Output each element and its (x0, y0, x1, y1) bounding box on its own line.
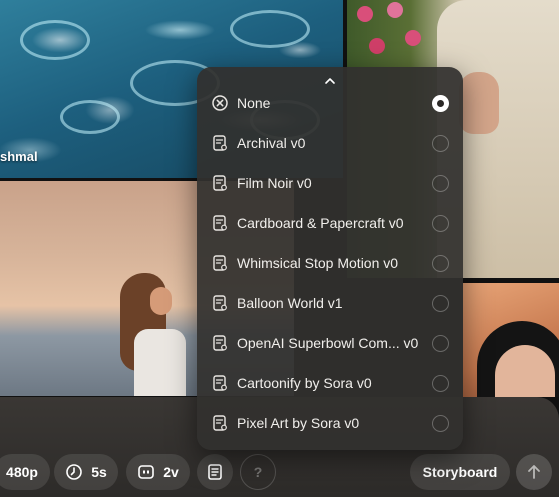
preset-option-balloon-world[interactable]: Balloon World v1 (197, 283, 463, 323)
preset-icon (213, 335, 227, 351)
storyboard-label: Storyboard (422, 464, 498, 480)
video-caption: shmal (0, 149, 38, 164)
preset-option-label: Balloon World v1 (237, 295, 343, 311)
preset-option-label: Film Noir v0 (237, 175, 312, 191)
resolution-label: 480p (6, 464, 38, 480)
radio-unselected[interactable] (432, 214, 449, 232)
preset-icon (213, 415, 227, 431)
gallery-video-portrait[interactable] (463, 283, 559, 397)
help-label: ? (253, 464, 263, 480)
preset-icon (213, 215, 227, 231)
preset-option-label: Pixel Art by Sora v0 (237, 415, 360, 431)
preset-icon (213, 375, 227, 391)
variations-label: 2v (163, 464, 179, 480)
resolution-button[interactable]: 480p (0, 454, 50, 490)
preset-option-pixel-art[interactable]: Pixel Art by Sora v0 (197, 403, 463, 443)
preset-option-label: Cardboard & Papercraft v0 (237, 215, 404, 231)
storyboard-button[interactable]: Storyboard (410, 454, 510, 490)
radio-unselected[interactable] (432, 134, 449, 152)
radio-unselected[interactable] (432, 254, 449, 272)
preset-option-archival[interactable]: Archival v0 (197, 123, 463, 163)
preset-option-label: None (237, 95, 271, 111)
preset-option-label: Whimsical Stop Motion v0 (237, 255, 399, 271)
preset-option-cardboard[interactable]: Cardboard & Papercraft v0 (197, 203, 463, 243)
radio-unselected[interactable] (432, 334, 449, 352)
radio-unselected[interactable] (432, 294, 449, 312)
preset-dropdown: None Archival v0 Film Noir v0 Cardboard … (197, 67, 463, 450)
preset-button[interactable] (197, 454, 233, 490)
preset-option-superbowl[interactable]: OpenAI Superbowl Com... v0 (197, 323, 463, 363)
duration-label: 5s (91, 464, 107, 480)
preset-option-label: Cartoonify by Sora v0 (237, 375, 372, 391)
preset-icon (213, 255, 227, 271)
preset-option-stop-motion[interactable]: Whimsical Stop Motion v0 (197, 243, 463, 283)
app-stage: shmal 480p 5s 2v ? Storyboard None Archi… (0, 0, 559, 497)
radio-unselected[interactable] (432, 174, 449, 192)
help-button[interactable]: ? (240, 454, 276, 490)
preset-option-cartoonify[interactable]: Cartoonify by Sora v0 (197, 363, 463, 403)
woman-figure (120, 273, 190, 396)
clock-icon (66, 464, 83, 480)
variations-button[interactable]: 2v (126, 454, 190, 490)
clear-circle-icon (212, 95, 228, 111)
arrow-up-icon (528, 465, 540, 479)
duration-button[interactable]: 5s (54, 454, 118, 490)
preset-icon (213, 135, 227, 151)
preset-option-film-noir[interactable]: Film Noir v0 (197, 163, 463, 203)
preset-icon (213, 295, 227, 311)
variations-icon (138, 465, 155, 479)
preset-icon (213, 175, 227, 191)
preset-option-label: Archival v0 (237, 135, 306, 151)
radio-unselected[interactable] (432, 374, 449, 392)
preset-option-label: OpenAI Superbowl Com... v0 (237, 335, 419, 351)
radio-selected[interactable] (432, 94, 449, 112)
submit-button[interactable] (516, 454, 552, 490)
radio-unselected[interactable] (432, 414, 449, 432)
preset-icon (208, 464, 222, 480)
preset-option-none[interactable]: None (197, 83, 463, 123)
